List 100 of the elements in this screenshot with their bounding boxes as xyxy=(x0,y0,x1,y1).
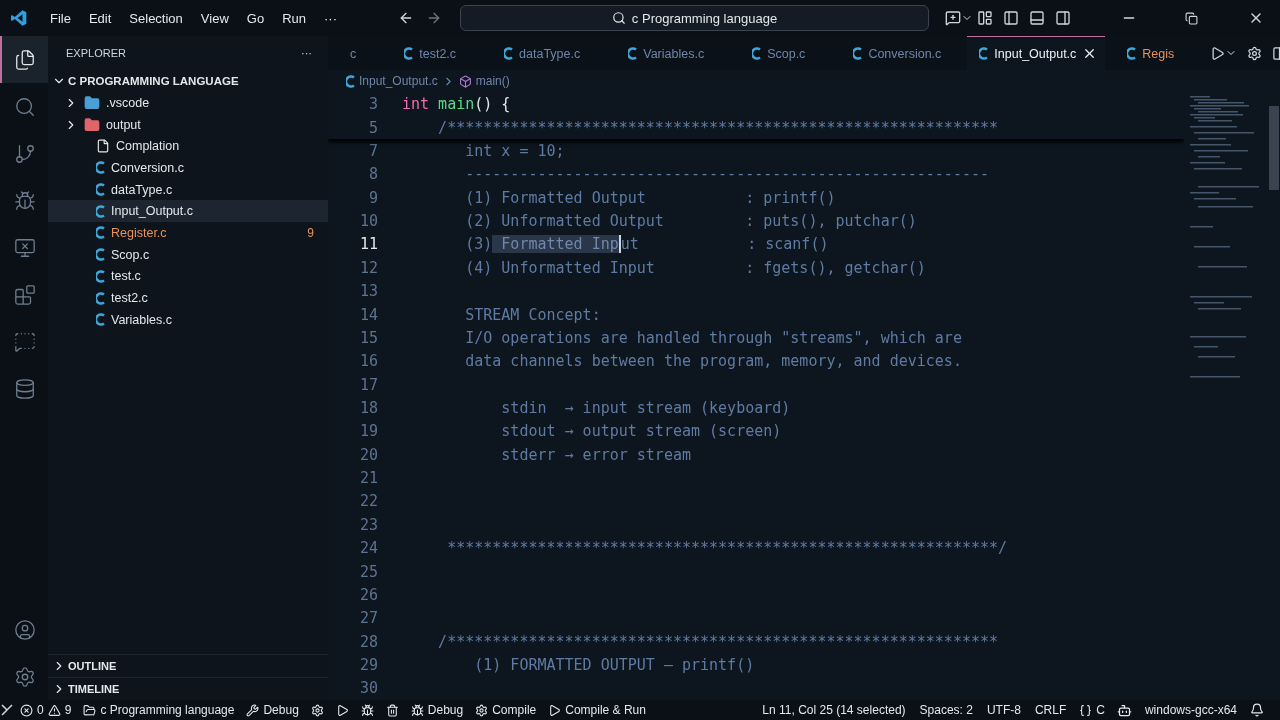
folder-header[interactable]: C PROGRAMMING LANGUAGE xyxy=(48,70,328,92)
selected-text: Formatted Inp xyxy=(492,235,621,254)
code-text: (4) Unformatted Input : fgets(), getchar() xyxy=(464,258,926,277)
menu-item[interactable]: Edit xyxy=(81,10,119,26)
file-tree-item[interactable]: .vscode xyxy=(48,92,328,114)
file-tree-item[interactable]: dataType.c xyxy=(48,178,328,201)
line-number: 12 xyxy=(358,258,379,277)
file-tree-item[interactable]: test.c xyxy=(48,265,328,288)
braces-icon xyxy=(1079,703,1093,717)
files-icon[interactable] xyxy=(0,36,48,83)
code-text: ut : scanf() xyxy=(620,235,829,254)
robot-icon[interactable] xyxy=(1116,702,1132,718)
search-icon xyxy=(611,11,626,25)
code-text: *************************************************************/ xyxy=(446,539,1008,558)
panel-right-icon[interactable] xyxy=(1055,10,1071,26)
line-number: 18 xyxy=(358,399,379,417)
status-item[interactable]: Compile xyxy=(469,703,543,717)
code-text: ---------------------------------------------------------- xyxy=(464,165,989,184)
status-item[interactable]: CRLF xyxy=(1027,703,1074,717)
line-number: 27 xyxy=(358,609,379,628)
code-text: int x = 10; xyxy=(464,142,565,161)
c-file-icon xyxy=(96,161,105,175)
breadcrumb[interactable]: main() xyxy=(458,74,510,88)
layout-icon[interactable] xyxy=(977,10,993,26)
search-field[interactable]: c Programming language xyxy=(460,5,929,31)
line-number: 29 xyxy=(358,655,379,674)
problems-status[interactable]: 0 9 xyxy=(14,703,78,717)
line-number: 20 xyxy=(358,445,379,464)
c-file-icon xyxy=(979,47,989,60)
menu-item[interactable]: View xyxy=(193,10,236,26)
folder-icon xyxy=(84,94,100,111)
code-text: I/O operations are handled through "streams", which are xyxy=(464,328,962,347)
settings-icon xyxy=(475,703,489,717)
bug-icon xyxy=(360,703,374,717)
file-tree-item[interactable]: Complation xyxy=(48,135,328,158)
warning-icon xyxy=(47,703,61,717)
file-tree-item[interactable]: output xyxy=(48,113,328,136)
line-number: 15 xyxy=(358,328,379,347)
menu-item[interactable]: Selection xyxy=(122,10,190,26)
line-number: 13 xyxy=(358,282,379,301)
line-number: 10 xyxy=(358,212,379,231)
line-number: 21 xyxy=(358,469,379,488)
panel-left-icon[interactable] xyxy=(1003,10,1019,26)
line-number: 16 xyxy=(358,352,379,371)
status-item[interactable]: c Programming language xyxy=(77,703,241,717)
play-icon xyxy=(548,703,562,717)
code-text: stdin → input stream (keyboard) xyxy=(500,399,791,417)
more-actions[interactable]: ··· xyxy=(301,47,312,59)
c-file-icon xyxy=(1127,47,1137,60)
status-item[interactable]: UTF-8 xyxy=(979,703,1028,717)
language-status[interactable]: C xyxy=(1073,703,1111,717)
menu-item[interactable]: File xyxy=(43,10,78,26)
menu-item[interactable]: Go xyxy=(239,10,272,26)
status-item[interactable]: Debug xyxy=(240,703,305,717)
line-number: 17 xyxy=(358,375,379,394)
code-text: (2) Unformatted Output : puts(), putchar() xyxy=(464,212,917,231)
line-number: 5 xyxy=(367,118,379,137)
menu-item[interactable]: ··· xyxy=(317,10,344,26)
menu-item[interactable]: Run xyxy=(275,10,313,26)
panel-bottom-icon[interactable] xyxy=(1029,10,1045,26)
bell-icon[interactable] xyxy=(1250,703,1264,717)
file-tree-item[interactable]: Input_Output.c xyxy=(48,200,328,223)
file-tree-item[interactable]: Scop.c xyxy=(48,243,328,266)
warning-count: 9 xyxy=(64,703,72,717)
file-tree-item[interactable]: Register.c 9 xyxy=(48,222,328,244)
breadcrumb[interactable]: Input_Output.c xyxy=(346,74,438,88)
code-text: (1) Formatted Output : printf() xyxy=(464,188,836,207)
status-item[interactable]: Compile & Run xyxy=(542,703,652,717)
settings-icon[interactable] xyxy=(1247,45,1263,61)
line-number: 24 xyxy=(358,539,379,558)
restore-icon[interactable] xyxy=(1185,11,1198,25)
file-tree-item[interactable]: test2.c xyxy=(48,287,328,309)
code-text: main xyxy=(437,94,475,113)
c-file-icon xyxy=(96,291,105,305)
c-file-icon xyxy=(96,269,105,283)
line-number: 22 xyxy=(358,492,379,511)
c-file-icon xyxy=(628,47,638,60)
status-item[interactable]: Debug xyxy=(404,703,470,717)
editor-tab[interactable]: Input_Output.c xyxy=(967,36,1106,70)
scrollbar-thumb[interactable] xyxy=(1269,106,1279,190)
sidebar-title: EXPLORER xyxy=(66,47,126,59)
chat-dropdown-icon[interactable] xyxy=(945,10,973,26)
line-number: 3 xyxy=(367,94,379,113)
status-item[interactable]: windows-gcc-x64 xyxy=(1137,703,1244,717)
file-tree-item[interactable]: Conversion.c xyxy=(48,157,328,179)
line-number: 8 xyxy=(367,165,379,184)
run-dropdown-icon[interactable] xyxy=(1210,45,1238,61)
cube-icon xyxy=(458,74,472,88)
code-text: int xyxy=(402,94,430,113)
line-number: 25 xyxy=(358,562,379,581)
status-item[interactable]: Ln 11, Col 25 (14 selected) xyxy=(755,703,913,717)
code-text: /************************************************************* xyxy=(437,632,999,651)
c-file-icon xyxy=(346,74,355,88)
section-header[interactable]: OUTLINE xyxy=(48,654,328,677)
line-number: 7 xyxy=(367,142,379,161)
status-item[interactable]: Spaces: 2 xyxy=(912,703,980,717)
c-file-icon xyxy=(404,47,414,60)
file-tree-item[interactable]: Variables.c xyxy=(48,308,328,331)
line-number: 14 xyxy=(358,305,379,324)
play-icon xyxy=(335,703,349,717)
